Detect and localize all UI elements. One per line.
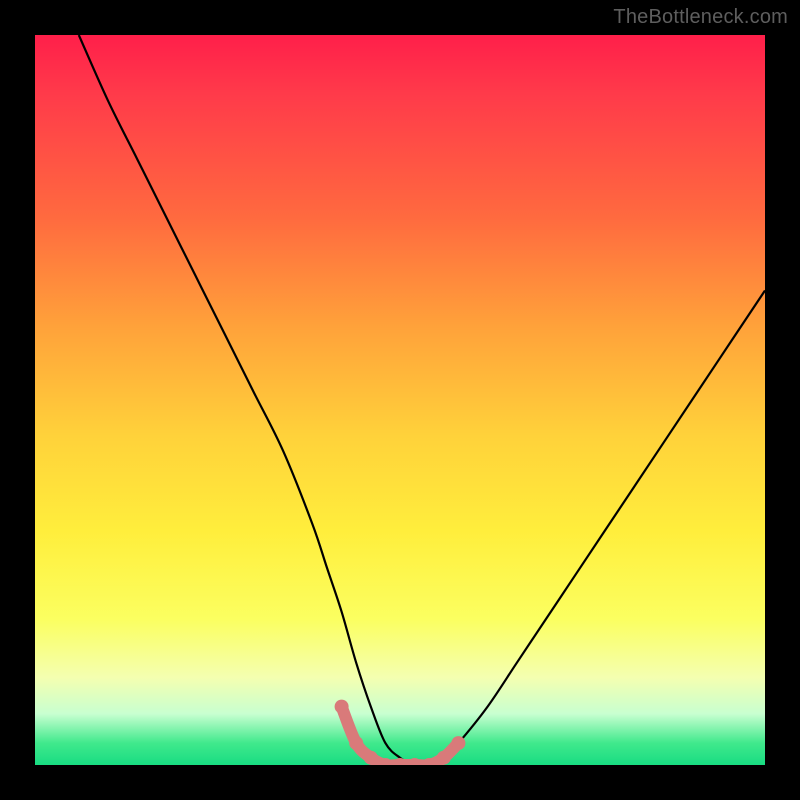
chart-frame: TheBottleneck.com: [0, 0, 800, 800]
bottom-marker-dot: [349, 736, 363, 750]
watermark-text: TheBottleneck.com: [613, 6, 788, 29]
bottom-marker-dot: [364, 751, 378, 765]
bottom-marker-dot: [437, 751, 451, 765]
plot-area: [35, 35, 765, 765]
bottom-marker-dot: [451, 736, 465, 750]
bottleneck-curve: [79, 35, 765, 765]
curve-layer: [35, 35, 765, 765]
bottom-marker-dot: [335, 700, 349, 714]
